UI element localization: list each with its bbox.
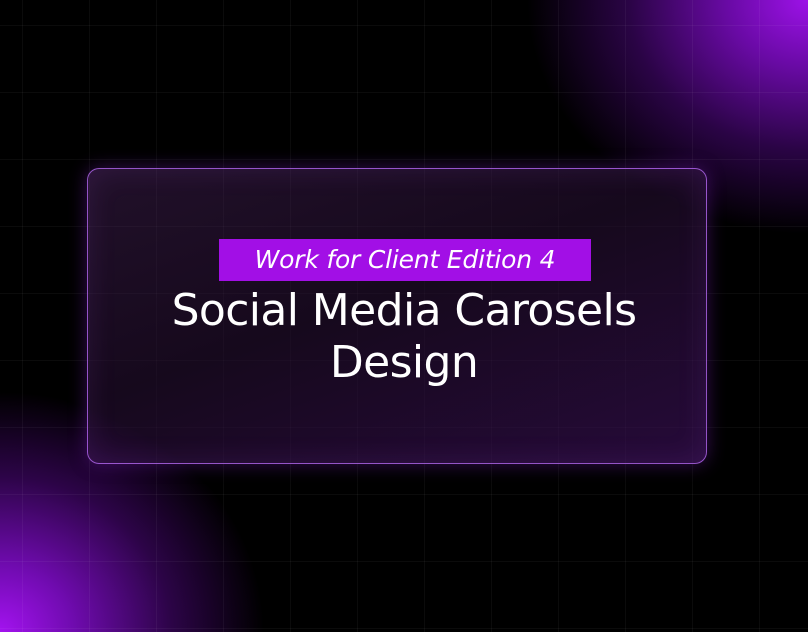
title-line-2: Design: [329, 337, 479, 388]
main-title: Social Media Carosels Design: [100, 285, 708, 389]
edition-tag: Work for Client Edition 4: [219, 239, 591, 281]
cover-canvas: Work for Client Edition 4 Social Media C…: [0, 0, 808, 632]
title-line-1: Social Media Carosels: [171, 285, 637, 336]
